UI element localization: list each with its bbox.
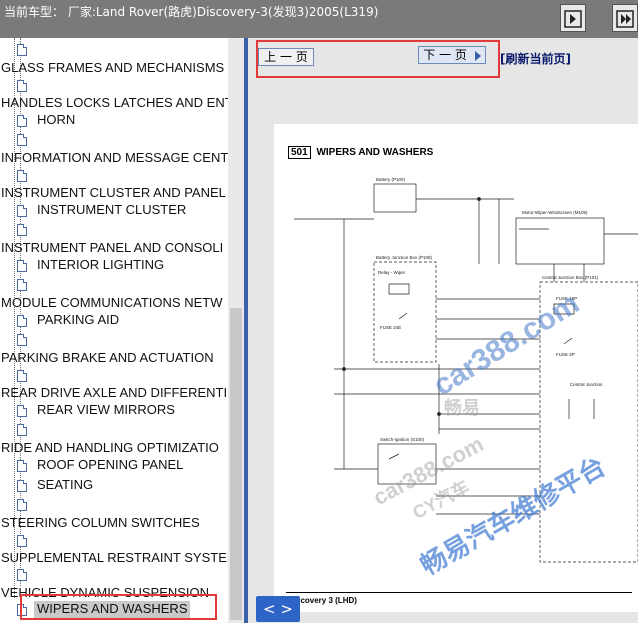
collapse-right-button[interactable] [612,4,638,32]
label-fuse2: FUSE 18P [556,296,577,301]
tree-item[interactable]: MODULE COMMUNICATIONS NETW [1,295,222,313]
vehicle-title: 当前车型： 厂家:Land Rover(路虎)Discovery-3(发现3)2… [4,5,379,19]
document-icon [17,569,27,581]
label-switch: Switch-Ignition (S100) [380,437,425,442]
tree-item[interactable]: GLASS FRAMES AND MECHANISMS [1,60,224,78]
label-battery: Battery (P100) [376,177,406,182]
refresh-page-link[interactable]: [刷新当前页] [500,50,571,67]
document-icon [17,424,27,436]
tree-scrollbar[interactable] [228,38,244,623]
document-icon [17,405,27,417]
document-icon [17,460,27,472]
document-icon [17,315,27,327]
label-central-junction: Central Junction [570,382,603,387]
label-bjb: Battery Junction Box (P108) [376,255,433,260]
expand-left-icon [564,10,582,28]
tree-item[interactable]: RIDE AND HANDLING OPTIMIZATIO [1,440,219,458]
tree-item[interactable]: REAR DRIVE AXLE AND DIFFERENTI [1,385,227,403]
footer-rule [286,592,632,593]
tree-item[interactable]: SUPPLEMENTAL RESTRAINT SYSTEM [1,550,228,568]
tree-item[interactable]: REAR VIEW MIRRORS [37,402,175,420]
collapse-left-button[interactable] [560,4,586,32]
document-icon [17,170,27,182]
titlebar: 当前车型： 厂家:Land Rover(路虎)Discovery-3(发现3)2… [0,0,638,38]
expand-right-icon [616,10,634,28]
document-icon [17,205,27,217]
label-fuse3: FUSE 5P [556,352,575,357]
tree-item[interactable]: INSTRUMENT CLUSTER [37,202,186,220]
label-relay: Relay - Wiper [378,270,406,275]
document-icon [17,260,27,272]
tree-item[interactable]: INSTRUMENT CLUSTER AND PANEL [1,185,226,203]
tree-item[interactable]: INFORMATION AND MESSAGE CENT [1,150,228,168]
document-icon [17,480,27,492]
tree-item[interactable]: STEERING COLUMN SWITCHES [1,515,200,533]
document-icon [17,499,27,511]
selected-highlight-box [20,594,217,620]
document-icon [17,535,27,547]
label-wiper-motor: Motor-Wiper-Windscreen (M105) [522,210,588,215]
tree-item[interactable]: HANDLES LOCKS LATCHES AND ENT [1,95,228,113]
tree-item[interactable]: INTERIOR LIGHTING [37,257,164,275]
tree-item[interactable]: SEATING [37,477,93,495]
tree-item[interactable]: INSTRUMENT PANEL AND CONSOLI [1,240,223,258]
document-icon [17,80,27,92]
tree-item[interactable]: PARKING BRAKE AND ACTUATION [1,350,214,368]
tree-item[interactable]: HORN [37,112,75,130]
document-icon [17,279,27,291]
document-viewer: 上 一 页 下 一 页 [刷新当前页] 501 WIPERS AND WASHE… [248,38,638,623]
tree-item[interactable]: ROOF OPENING PANEL [37,457,183,475]
wiring-schematic: Battery (P100) Battery Junction Box (P10… [294,177,638,563]
document-icon [17,44,27,56]
tree-item[interactable]: PARKING AID [37,312,119,330]
document-icon [17,224,27,236]
toggle-panel-button[interactable]: < > [256,596,300,622]
nav-highlight-box [256,40,500,78]
wiring-diagram-page: 501 WIPERS AND WASHERS Battery (P100) Ba… [274,124,638,612]
document-icon [17,370,27,382]
document-icon [17,334,27,346]
document-icon [17,134,27,146]
tree-connector-outer [14,38,15,598]
label-fuse1: FUSE 24E [380,325,401,330]
document-icon [17,115,27,127]
topic-tree: GLASS FRAMES AND MECHANISMS HANDLES LOCK… [0,38,228,623]
scrollbar-thumb[interactable] [230,308,242,620]
label-cjb: Central Junction Box (P101) [542,275,599,280]
